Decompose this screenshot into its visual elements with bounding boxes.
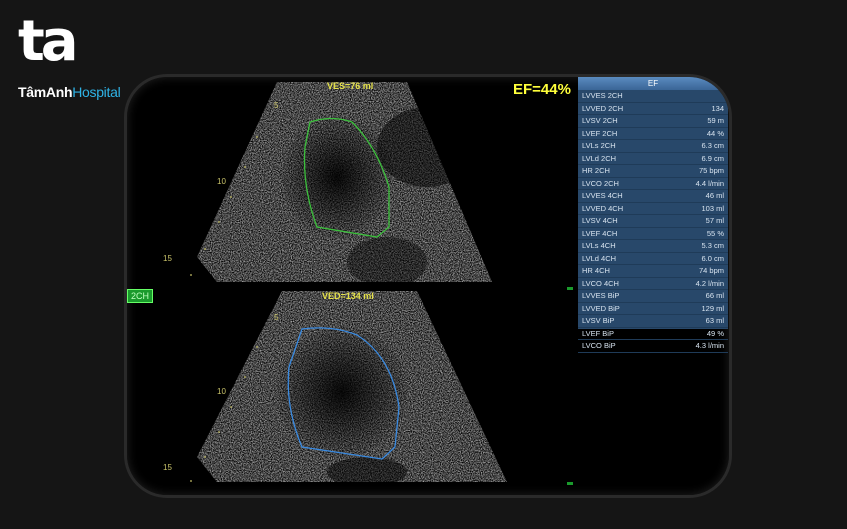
row-label: LVVES 4CH xyxy=(582,191,623,200)
row-label: LVLs 4CH xyxy=(582,241,616,250)
table-row: LVLd 2CH 6.9 cm xyxy=(578,153,728,165)
table-header: EF E xyxy=(578,77,728,90)
row-label: LVLd 4CH xyxy=(582,253,617,263)
measurement-table: EF E LVVES 2CH LVVED 2CH 134 LVSV 2CH 59 m LV… xyxy=(578,77,728,353)
row-value: 44 % xyxy=(706,128,724,138)
depth-label-top-15: 15 xyxy=(163,254,172,263)
row-label: LVVED 2CH xyxy=(582,103,624,113)
row-value: 103 ml xyxy=(701,203,724,213)
ef-label: EF=44% xyxy=(513,81,571,98)
logo-hospital: Hospital xyxy=(72,84,121,100)
table-row: LVSV 4CH 57 ml xyxy=(578,215,728,228)
table-row: LVVES BiP 66 ml xyxy=(578,290,728,303)
ves-label: VES=76 ml xyxy=(327,81,374,91)
row-label: LVVES 2CH xyxy=(582,91,623,100)
row-label: LVVED BiP xyxy=(582,303,620,313)
row-value: 55 % xyxy=(706,228,724,238)
row-label: LVSV BiP xyxy=(582,316,615,325)
logo-mark: ta xyxy=(18,9,79,74)
table-row: LVLs 4CH 5.3 cm xyxy=(578,240,728,253)
depth-label-bottom-15: 15 xyxy=(163,463,172,472)
row-label: LVVES BiP xyxy=(582,291,620,300)
row-label: LVLd 2CH xyxy=(582,153,617,163)
table-header-sub: E xyxy=(717,80,722,87)
mode-label: 2CH xyxy=(127,289,154,303)
table-row: LVVED 4CH 103 ml xyxy=(578,203,728,215)
row-label: LVEF 2CH xyxy=(582,128,618,138)
row-value: 5.3 cm xyxy=(701,241,724,250)
table-header-label: EF xyxy=(647,79,659,88)
row-value: 66 ml xyxy=(705,291,724,300)
row-label: LVVED 4CH xyxy=(582,203,624,213)
row-label: LVSV 4CH xyxy=(582,216,618,225)
row-value: 75 bpm xyxy=(698,166,724,175)
row-value: 49 % xyxy=(706,328,724,338)
row-value: 63 ml xyxy=(705,316,724,325)
table-row: LVEF 2CH 44 % xyxy=(578,128,728,140)
row-value: 6.9 cm xyxy=(701,153,724,163)
table-row: LVVES 4CH 46 ml xyxy=(578,190,728,203)
table-row: LVVED 2CH 134 xyxy=(578,103,728,115)
row-label: HR 4CH xyxy=(582,266,610,275)
table-row: LVLs 2CH 6.3 cm xyxy=(578,140,728,153)
row-label: LVCO 4CH xyxy=(582,278,619,288)
row-value: 4.3 l/min xyxy=(695,341,724,350)
table-row: LVVED BiP 129 ml xyxy=(578,303,728,315)
row-value: 6.0 cm xyxy=(701,253,724,263)
depth-label-top-5: 5 xyxy=(274,101,279,110)
table-row: LVVES 2CH xyxy=(578,90,728,103)
row-value: 6.3 cm xyxy=(701,141,724,150)
row-value: 57 ml xyxy=(705,216,724,225)
table-row: LVSV 2CH 59 m xyxy=(578,115,728,128)
row-label: HR 2CH xyxy=(582,166,610,175)
table-row: LVCO 4CH 4.2 l/min xyxy=(578,278,728,290)
depth-label-bottom-10: 10 xyxy=(217,387,226,396)
logo-brand: TâmAnh xyxy=(18,84,73,100)
row-value: 4.4 l/min xyxy=(695,178,724,188)
row-value: 74 bpm xyxy=(698,266,724,275)
table-row: LVEF 4CH 55 % xyxy=(578,228,728,240)
row-label: LVEF 4CH xyxy=(582,228,618,238)
row-label: LVSV 2CH xyxy=(582,116,618,125)
table-row: HR 4CH 74 bpm xyxy=(578,265,728,278)
table-row: HR 2CH 75 bpm xyxy=(578,165,728,178)
row-value: 129 ml xyxy=(701,303,724,313)
table-row: LVCO BiP 4.3 l/min xyxy=(578,340,728,353)
row-value: 59 m xyxy=(707,116,724,125)
row-value: 4.2 l/min xyxy=(695,278,724,288)
row-label: LVCO 2CH xyxy=(582,178,619,188)
row-value: 46 ml xyxy=(705,191,724,200)
table-row: LVLd 4CH 6.0 cm xyxy=(578,253,728,265)
depth-label-bottom-5: 5 xyxy=(274,313,279,322)
table-row: LVSV BiP 63 ml xyxy=(578,315,728,328)
logo-wordmark: TâmAnhHospital xyxy=(18,84,121,100)
table-rows: LVVES 2CH LVVED 2CH 134 LVSV 2CH 59 m LVEF 2C… xyxy=(578,90,728,353)
ved-label: VED=134 ml xyxy=(322,291,374,301)
row-label: LVCO BiP xyxy=(582,341,616,350)
row-label: LVEF BiP xyxy=(582,328,614,338)
table-row: LVEF BiP 49 % xyxy=(578,328,728,340)
table-row: LVCO 2CH 4.4 l/min xyxy=(578,178,728,190)
echo-image-frame: VES=76 ml EF=44% 2CH VED=134 ml 5 10 15 … xyxy=(127,77,729,495)
sweep-markers xyxy=(567,287,573,485)
row-value: 134 xyxy=(711,103,724,113)
row-label: LVLs 2CH xyxy=(582,141,616,150)
depth-label-top-10: 10 xyxy=(217,177,226,186)
